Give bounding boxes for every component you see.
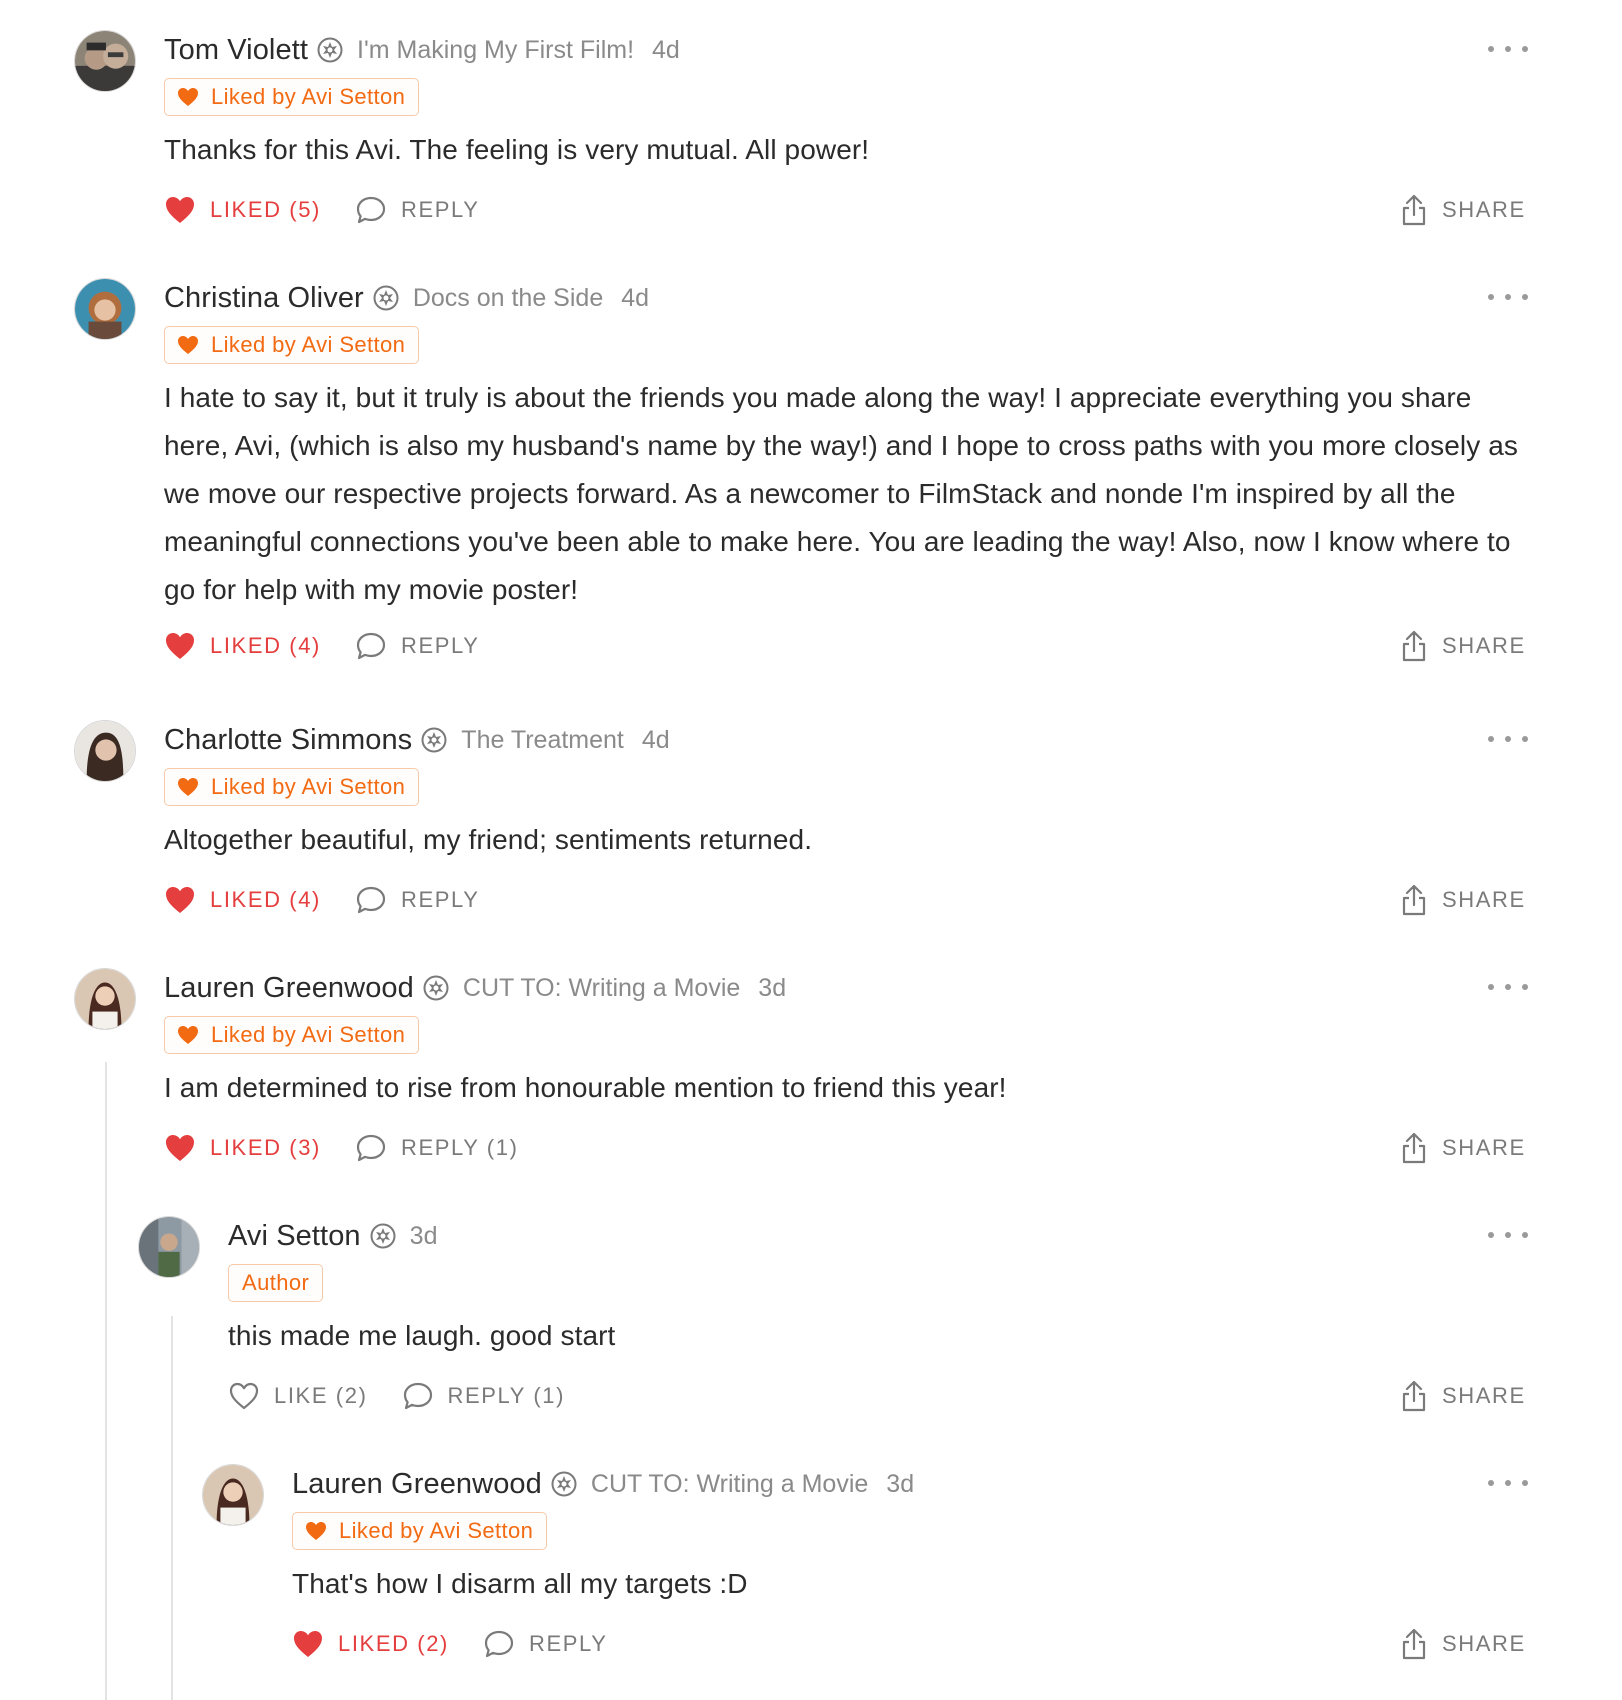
share-upload-icon xyxy=(1400,629,1428,663)
timestamp[interactable]: 4d xyxy=(652,36,680,65)
timestamp[interactable]: 4d xyxy=(621,284,649,313)
subscriber-badge-icon xyxy=(423,975,449,1001)
like-button[interactable]: LIKED (4) xyxy=(164,885,321,915)
speech-bubble-icon xyxy=(483,1629,515,1659)
liked-by-author-chip: Liked by Avi Setton xyxy=(164,1016,420,1054)
share-upload-icon xyxy=(1400,883,1428,917)
comment-body: I am determined to rise from honourable … xyxy=(164,1072,1007,1103)
share-upload-icon xyxy=(1400,1627,1428,1661)
comment-body: this made me laugh. good start xyxy=(228,1320,616,1351)
heart-filled-icon xyxy=(177,335,199,355)
heart-filled-icon xyxy=(292,1629,324,1659)
author-name[interactable]: Christina Oliver xyxy=(164,282,364,315)
share-button[interactable]: SHARE xyxy=(1400,190,1526,230)
author-chip: Author xyxy=(228,1264,324,1302)
more-options-icon[interactable] xyxy=(1488,724,1528,754)
timestamp[interactable]: 3d xyxy=(758,974,786,1003)
more-options-icon[interactable] xyxy=(1488,972,1528,1002)
subscriber-badge-icon xyxy=(421,727,447,753)
like-button[interactable]: LIKED (4) xyxy=(164,631,321,661)
comment-body: Altogether beautiful, my friend; sentime… xyxy=(164,824,813,855)
timestamp[interactable]: 4d xyxy=(642,726,670,755)
thread-line-nested xyxy=(171,1316,173,1700)
subscriber-badge-icon xyxy=(317,37,343,63)
heart-filled-icon xyxy=(164,195,196,225)
avatar[interactable] xyxy=(202,1464,264,1526)
publication-name[interactable]: The Treatment xyxy=(461,726,624,755)
share-upload-icon xyxy=(1400,193,1428,227)
share-button[interactable]: SHARE xyxy=(1400,1624,1526,1664)
speech-bubble-icon xyxy=(355,1133,387,1163)
share-upload-icon xyxy=(1400,1131,1428,1165)
more-options-icon[interactable] xyxy=(1488,34,1528,64)
reply-button[interactable]: REPLY xyxy=(355,885,480,915)
publication-name[interactable]: Docs on the Side xyxy=(413,284,603,313)
reply-button[interactable]: REPLY xyxy=(483,1629,608,1659)
subscriber-badge-icon xyxy=(373,285,399,311)
share-button[interactable]: SHARE xyxy=(1400,1376,1526,1416)
heart-filled-icon xyxy=(177,87,199,107)
share-button[interactable]: SHARE xyxy=(1400,1128,1526,1168)
comment-body: I hate to say it, but it truly is about … xyxy=(164,382,1518,605)
avatar[interactable] xyxy=(74,968,136,1030)
like-button[interactable]: LIKE (2) xyxy=(228,1381,368,1411)
avatar[interactable] xyxy=(74,30,136,92)
heart-filled-icon xyxy=(164,631,196,661)
liked-by-author-chip: Liked by Avi Setton xyxy=(164,326,420,364)
like-button[interactable]: LIKED (3) xyxy=(164,1133,321,1163)
heart-filled-icon xyxy=(164,885,196,915)
thread-line xyxy=(105,1062,107,1700)
share-button[interactable]: SHARE xyxy=(1400,626,1526,666)
comment-body: Thanks for this Avi. The feeling is very… xyxy=(164,134,870,165)
author-name[interactable]: Avi Setton xyxy=(228,1220,361,1253)
avatar[interactable] xyxy=(74,720,136,782)
speech-bubble-icon xyxy=(355,195,387,225)
heart-filled-icon xyxy=(305,1521,327,1541)
speech-bubble-icon xyxy=(355,885,387,915)
share-button[interactable]: SHARE xyxy=(1400,880,1526,920)
reply-button[interactable]: REPLY (1) xyxy=(402,1381,566,1411)
heart-filled-icon xyxy=(177,1025,199,1045)
liked-by-author-chip: Liked by Avi Setton xyxy=(292,1512,548,1550)
timestamp[interactable]: 3d xyxy=(410,1222,438,1251)
comments-thread: Tom Violett I'm Making My First Film! 4d… xyxy=(0,0,1622,1700)
more-options-icon[interactable] xyxy=(1488,282,1528,312)
heart-filled-icon xyxy=(177,777,199,797)
publication-name[interactable]: CUT TO: Writing a Movie xyxy=(463,974,740,1003)
reply-button[interactable]: REPLY (1) xyxy=(355,1133,519,1163)
heart-filled-icon xyxy=(164,1133,196,1163)
reply-button[interactable]: REPLY xyxy=(355,631,480,661)
author-name[interactable]: Tom Violett xyxy=(164,34,308,67)
avatar[interactable] xyxy=(74,278,136,340)
author-name[interactable]: Lauren Greenwood xyxy=(164,972,414,1005)
heart-outline-icon xyxy=(228,1381,260,1411)
subscriber-badge-icon xyxy=(551,1471,577,1497)
author-name[interactable]: Charlotte Simmons xyxy=(164,724,412,757)
publication-name[interactable]: I'm Making My First Film! xyxy=(357,36,634,65)
publication-name[interactable]: CUT TO: Writing a Movie xyxy=(591,1470,868,1499)
subscriber-badge-icon xyxy=(370,1223,396,1249)
more-options-icon[interactable] xyxy=(1488,1220,1528,1250)
speech-bubble-icon xyxy=(355,631,387,661)
liked-by-author-chip: Liked by Avi Setton xyxy=(164,768,420,806)
liked-by-author-chip: Liked by Avi Setton xyxy=(164,78,420,116)
author-name[interactable]: Lauren Greenwood xyxy=(292,1468,542,1501)
like-button[interactable]: LIKED (2) xyxy=(292,1629,449,1659)
more-options-icon[interactable] xyxy=(1488,1468,1528,1498)
like-button[interactable]: LIKED (5) xyxy=(164,195,321,225)
comment-body: That's how I disarm all my targets :D xyxy=(292,1568,748,1599)
reply-button[interactable]: REPLY xyxy=(355,195,480,225)
avatar[interactable] xyxy=(138,1216,200,1278)
share-upload-icon xyxy=(1400,1379,1428,1413)
speech-bubble-icon xyxy=(402,1381,434,1411)
timestamp[interactable]: 3d xyxy=(886,1470,914,1499)
